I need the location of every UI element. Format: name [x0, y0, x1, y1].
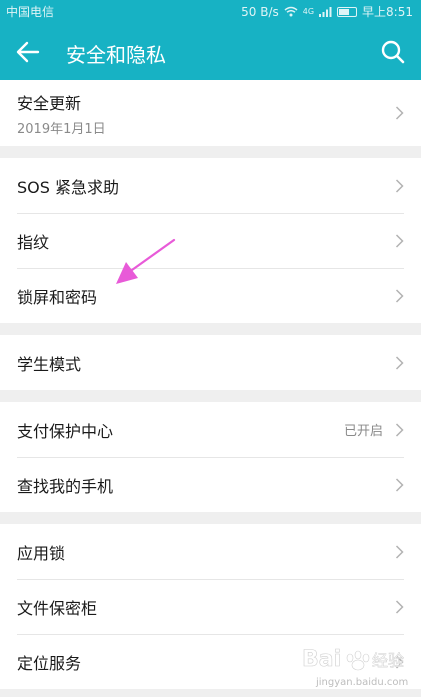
status-icons: 50 B/s 4G 早上8:51	[241, 3, 413, 20]
settings-group-payment: 支付保护中心 已开启 查找我的手机	[0, 402, 421, 512]
row-label: 锁屏和密码	[17, 287, 98, 307]
settings-row-app-lock[interactable]: 应用锁	[0, 524, 421, 579]
row-label: 支付保护中心	[17, 421, 114, 441]
row-label: 安全更新	[17, 93, 82, 113]
settings-row-fingerprint[interactable]: 指纹	[0, 213, 421, 268]
back-button[interactable]	[10, 34, 46, 70]
baidu-jingyan-watermark: Bai 经验 jingyan.baidu.com	[302, 647, 409, 688]
chevron-right-icon	[395, 355, 404, 370]
network-speed: 50 B/s	[241, 4, 279, 19]
watermark-brand: Bai	[302, 647, 341, 672]
row-subtitle: 2019年1月1日	[17, 121, 106, 137]
row-label: 文件保密柜	[17, 598, 98, 618]
clock: 早上8:51	[362, 5, 413, 19]
settings-row-sos[interactable]: SOS 紧急求助	[0, 158, 421, 213]
settings-row-student-mode[interactable]: 学生模式	[0, 335, 421, 390]
settings-row-find-my-phone[interactable]: 查找我的手机	[0, 457, 421, 512]
network-type: 4G	[302, 7, 315, 16]
search-icon	[381, 40, 405, 64]
settings-row-security-update[interactable]: 安全更新 2019年1月1日	[0, 80, 421, 146]
row-label: SOS 紧急求助	[17, 177, 119, 197]
chevron-right-icon	[395, 544, 404, 559]
settings-row-lock-screen-password[interactable]: 锁屏和密码	[0, 268, 421, 323]
chevron-right-icon	[395, 599, 404, 614]
chevron-right-icon	[395, 288, 404, 303]
page-title: 安全和隐私	[66, 43, 166, 67]
settings-list: 安全更新 2019年1月1日 SOS 紧急求助 指纹 锁屏和密码 学生模式 支付…	[0, 80, 421, 697]
settings-row-payment-protection[interactable]: 支付保护中心 已开启	[0, 402, 421, 457]
settings-group-security: SOS 紧急求助 指纹 锁屏和密码	[0, 158, 421, 323]
row-label: 查找我的手机	[17, 476, 114, 496]
battery-icon	[337, 6, 358, 17]
row-status-value: 已开启	[343, 424, 383, 439]
chevron-right-icon	[395, 233, 404, 248]
row-label: 指纹	[17, 232, 50, 252]
app-bar: 安全和隐私	[0, 22, 421, 80]
settings-group-student: 学生模式	[0, 335, 421, 390]
watermark-url: jingyan.baidu.com	[315, 677, 408, 688]
row-label: 定位服务	[17, 653, 82, 673]
chevron-right-icon	[395, 178, 404, 193]
chevron-right-icon	[395, 106, 404, 120]
chevron-right-icon	[395, 422, 404, 437]
status-bar: 中国电信 50 B/s 4G 早上8:51	[0, 0, 421, 22]
row-label: 学生模式	[17, 354, 82, 374]
signal-icon	[319, 7, 332, 17]
chevron-right-icon	[395, 477, 404, 492]
arrow-left-icon	[16, 41, 40, 63]
watermark-sub: 经验	[372, 651, 404, 670]
search-button[interactable]	[375, 34, 411, 70]
settings-row-file-safe[interactable]: 文件保密柜	[0, 579, 421, 634]
carrier-label: 中国电信	[6, 5, 55, 19]
settings-group-update: 安全更新 2019年1月1日	[0, 80, 421, 146]
wifi-icon	[284, 6, 298, 17]
row-label: 应用锁	[17, 543, 66, 563]
